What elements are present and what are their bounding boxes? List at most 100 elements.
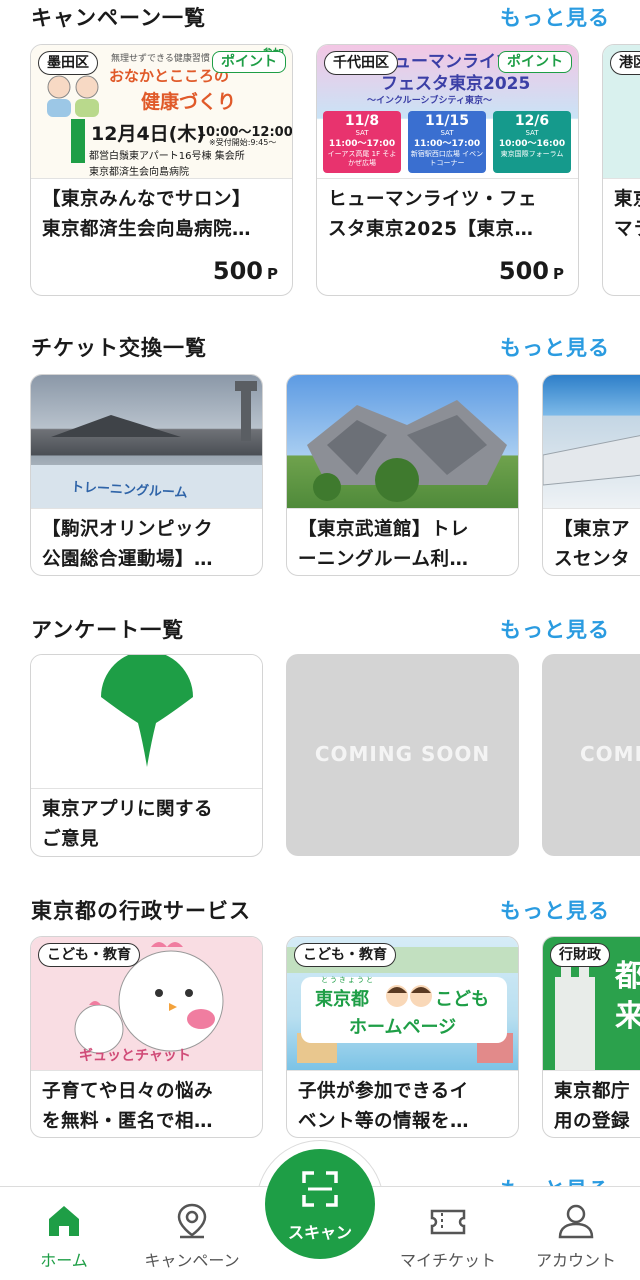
location-tag: 港区 [610, 51, 640, 75]
nav-campaign[interactable]: キャンペーン [128, 1187, 256, 1280]
campaign-card-image: 無理せずできる健康習慣 参加 おなかとこころの 健康づくり 12月4日(木) 1… [31, 45, 292, 179]
ticket-more-link[interactable]: もっと見る [500, 332, 610, 362]
scan-button[interactable]: スキャン [265, 1149, 375, 1259]
point-price: 500 P [213, 257, 278, 285]
admin-card-caption: 子育てや日々の悩み を無料・匿名で相… [42, 1077, 252, 1137]
campaign-card-caption: 【東京みんなでサロン】 東京都済生会向島病院… [42, 185, 282, 245]
campaign-section: キャンペーン一覧 もっと見る 無理せずできる健康習慣 参加 おなかとこころの 健… [0, 0, 640, 330]
campaign-carousel[interactable]: 無理せずできる健康習慣 参加 おなかとこころの 健康づくり 12月4日(木) 1… [0, 44, 640, 300]
caption-line-2: ーニングルーム利… [298, 549, 469, 570]
admin-section-title: 東京都の行政サービス [31, 899, 251, 923]
admin-card-caption: 東京都庁 用の登録 [554, 1077, 640, 1137]
poster-title-2: 健康づくり [141, 91, 237, 113]
scan-frame-icon [302, 1171, 338, 1207]
survey-card[interactable]: 東京アプリに関する ご意見 [30, 654, 263, 857]
campaign-card-caption: 東京 マラ [614, 185, 640, 245]
nav-home[interactable]: ホーム [0, 1187, 128, 1280]
admin-service-card[interactable]: 都 来 行財政 東京都庁 用の登録 [542, 936, 640, 1138]
category-tag: こども・教育 [294, 943, 396, 967]
caption-line-2: 東京都済生会向島病院… [42, 219, 252, 240]
admin-carousel[interactable]: ギュッとチャット こども・教育 子育てや日々の悩み を無料・匿名で相… とうきょ… [0, 936, 640, 1142]
poster-date-weekday: SAT [525, 129, 539, 137]
survey-carousel[interactable]: 東京アプリに関する ご意見 COMING SOON COMI [0, 654, 640, 862]
scan-label: スキャン [287, 1223, 352, 1242]
campaign-section-title: キャンペーン一覧 [31, 6, 206, 30]
banner-title-1: 東京都 [315, 989, 369, 1010]
location-tag: 墨田区 [38, 51, 98, 75]
caption-line-2: スタ東京2025【東京… [328, 219, 534, 240]
caption-line-1: 【東京武道館】トレ [298, 519, 470, 540]
category-tag: 行財政 [550, 943, 610, 967]
poster-date-block: 12/6 SAT 10:00〜16:00 東京国際フォーラム [493, 111, 571, 173]
aquatics-center-photo [543, 375, 640, 509]
aquatics-building-illustration [543, 435, 640, 486]
category-tag: こども・教育 [38, 943, 140, 967]
poster-date-weekday: SAT [355, 129, 369, 137]
poster-date-weekday: SAT [440, 129, 454, 137]
ticket-card-caption: 【東京武道館】トレ ーニングルーム利… [298, 515, 508, 575]
caption-line-1: 東京都庁 [554, 1081, 631, 1102]
kodomo-homepage-image: とうきょうと 東京都 こども ホームページ こども・教育 [287, 937, 518, 1071]
poster-date: 12月4日(木) [91, 123, 206, 145]
ticket-card[interactable]: 【東京武道館】トレ ーニングルーム利… [286, 374, 519, 576]
banner-title-3: ホームページ [349, 1017, 457, 1038]
admin-card-caption: 子供が参加できるイ ベント等の情報を… [298, 1077, 508, 1137]
caption-line-2: 用の登録 [554, 1111, 631, 1132]
admin-services-section: 東京都の行政サービス もっと見る ギュッとチャット こども・教育 子育てや日々の… [0, 893, 640, 1153]
admin-service-card[interactable]: とうきょうと 東京都 こども ホームページ こども・教育 子供が参加できるイ ベ… [286, 936, 519, 1138]
survey-card-image [31, 655, 262, 789]
poster-top-text: 無理せずできる健康習慣 [111, 54, 210, 64]
account-icon [558, 1204, 594, 1239]
ticket-section-title: チケット交換一覧 [31, 336, 207, 360]
ticket-card-caption: 【東京ア スセンタ [554, 515, 640, 575]
location-tag: 千代田区 [324, 51, 398, 75]
caption-line-2: マラ [614, 219, 640, 240]
ticket-card[interactable]: トレーニングルーム 【駒沢オリンピック 公園総合運動場】… [30, 374, 263, 576]
poster-date-time: 11:00〜17:00 [328, 139, 396, 149]
poster-date-day: 11/15 [424, 113, 470, 129]
elderly-couple-illustration [47, 75, 99, 117]
admin-service-card[interactable]: ギュッとチャット こども・教育 子育てや日々の悩み を無料・匿名で相… [30, 936, 263, 1138]
survey-section: アンケート一覧 もっと見る 東京アプリに関する ご意見 COMING SOON … [0, 612, 640, 882]
campaign-card[interactable]: 港区 東京 マラ [602, 44, 640, 296]
banner-ruby-text: とうきょうと [321, 976, 375, 984]
ticket-card[interactable]: 【東京ア スセンタ [542, 374, 640, 576]
ticket-card-caption: 【駒沢オリンピック 公園総合運動場】… [42, 515, 252, 575]
campaign-card-image: ヒューマンライツ フェスタ東京2025 〜インクルーシブシティ東京〜 11/8 S… [317, 45, 578, 179]
ticket-carousel[interactable]: トレーニングルーム 【駒沢オリンピック 公園総合運動場】… 【東京武道館】トレ [0, 374, 640, 580]
price-value: 500 [498, 257, 549, 285]
nav-home-label: ホーム [40, 1251, 88, 1270]
caption-line-2: を無料・匿名で相… [42, 1111, 214, 1132]
caption-line-1: 【駒沢オリンピック [42, 519, 214, 540]
caption-line-1: 東京アプリに関する [42, 799, 214, 820]
banner-title-2: 来 [615, 991, 640, 1035]
home-icon [49, 1206, 79, 1236]
ticket-section: チケット交換一覧 もっと見る トレーニングルーム 【駒沢オリンピック 公園総合運… [0, 330, 640, 600]
campaign-card[interactable]: 無理せずできる健康習慣 参加 おなかとこころの 健康づくり 12月4日(木) 1… [30, 44, 293, 296]
caption-line-1: 子育てや日々の悩み [42, 1081, 214, 1102]
survey-section-title: アンケート一覧 [31, 618, 185, 642]
poster-date-day: 11/8 [344, 113, 380, 129]
poster-org: 東京都済生会向島病院 [89, 167, 189, 178]
point-price: 500 P [499, 257, 564, 285]
campaign-card[interactable]: ヒューマンライツ フェスタ東京2025 〜インクルーシブシティ東京〜 11/8 S… [316, 44, 579, 296]
banner-title-1: 都 [615, 951, 640, 995]
poster-date-time: 11:00〜17:00 [413, 139, 481, 149]
children-faces-icon [386, 985, 432, 1007]
tocho-image: 都 来 行財政 [543, 937, 640, 1071]
nav-campaign-label: キャンペーン [144, 1251, 240, 1270]
campaign-more-link[interactable]: もっと見る [500, 2, 610, 32]
caption-line-2: ベント等の情報を… [298, 1111, 470, 1132]
caption-line-1: 【東京みんなでサロン】 [42, 189, 252, 210]
map-pin-icon [177, 1203, 207, 1239]
price-unit: P [267, 265, 278, 283]
caption-line-2: ご意見 [42, 829, 100, 850]
nav-account[interactable]: アカウント [512, 1187, 640, 1280]
poster-date-place: イーアス高尾 1F そよかぜ広場 [327, 150, 397, 167]
poster-date-time: 10:00〜16:00 [498, 139, 566, 149]
admin-more-link[interactable]: もっと見る [500, 895, 610, 925]
nav-my-ticket[interactable]: マイチケット [384, 1187, 512, 1280]
survey-more-link[interactable]: もっと見る [500, 614, 610, 644]
ticket-icon [430, 1209, 466, 1235]
point-badge: ポイント [212, 51, 286, 73]
